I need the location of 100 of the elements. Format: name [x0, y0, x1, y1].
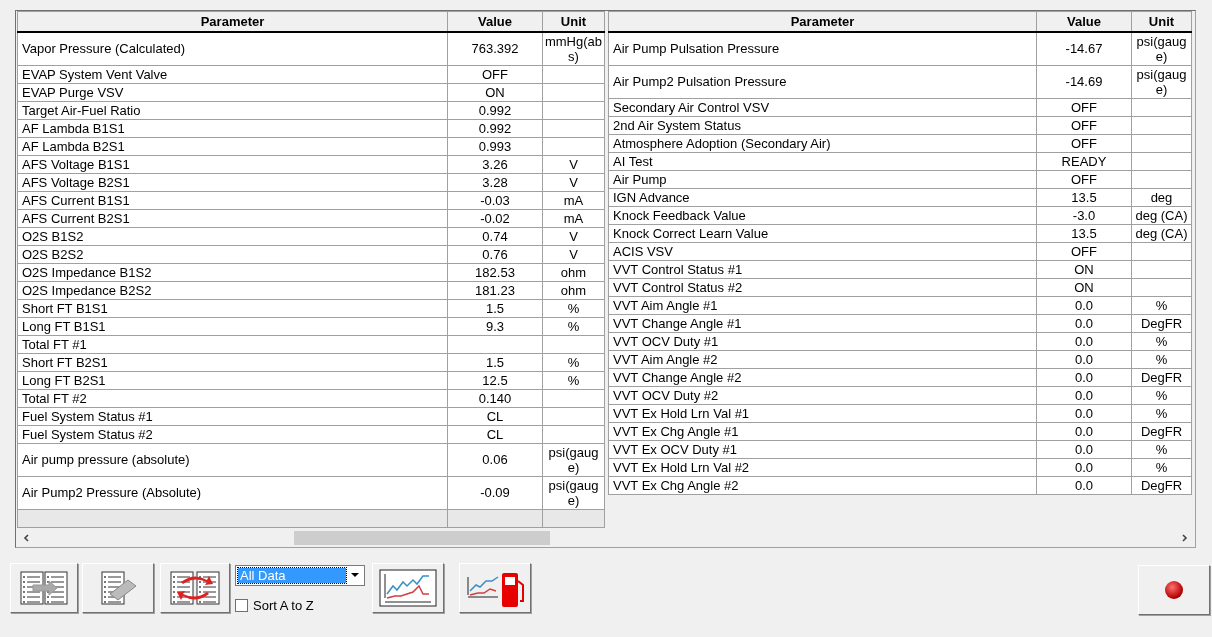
parameter-name: O2S Impedance B2S2 [22, 282, 152, 298]
parameter-value: ON [1074, 261, 1094, 277]
parameter-value: 3.28 [482, 174, 508, 190]
parameter-unit: % [567, 372, 580, 388]
graph-button[interactable] [372, 562, 444, 613]
parameter-unit: % [1155, 405, 1168, 421]
sort-checkbox[interactable] [235, 598, 248, 612]
parameter-value: 1.5 [485, 354, 505, 370]
scrollbar-thumb[interactable] [294, 530, 550, 545]
parameter-name: AF Lambda B2S1 [22, 138, 125, 154]
parameter-value: 1.5 [485, 300, 505, 316]
parameter-unit: % [1155, 459, 1168, 475]
parameter-name: Secondary Air Control VSV [613, 99, 770, 115]
parameter-name: VVT Ex Chg Angle #2 [613, 477, 739, 493]
parameter-value: 0.0 [1074, 441, 1094, 457]
parameter-value: 12.5 [482, 372, 508, 388]
parameter-value: -0.03 [480, 192, 510, 208]
parameter-name: O2S B1S2 [22, 228, 84, 244]
parameter-name: AI Test [613, 153, 653, 169]
record-button[interactable] [1138, 564, 1210, 615]
parameter-name: VVT Ex Hold Lrn Val #1 [613, 405, 750, 421]
parameter-unit: DegFR [1140, 477, 1183, 493]
parameter-name: VVT Ex Hold Lrn Val #2 [613, 459, 750, 475]
parameter-value: 0.0 [1074, 333, 1094, 349]
parameter-value: -14.69 [1065, 74, 1103, 89]
clear-list-button[interactable] [82, 562, 154, 613]
parameter-value: ON [485, 84, 505, 100]
parameter-name: EVAP System Vent Valve [22, 66, 168, 82]
parameter-value: 3.26 [482, 156, 508, 172]
parameter-name: VVT Ex OCV Duty #1 [613, 441, 738, 457]
parameter-value: 0.0 [1074, 405, 1094, 421]
parameter-value: OFF [1071, 135, 1097, 151]
parameter-value: -0.02 [480, 210, 510, 226]
parameter-name: VVT Ex Chg Angle #1 [613, 423, 739, 439]
parameter-value: 181.23 [475, 282, 515, 298]
parameter-name: Fuel System Status #2 [22, 426, 153, 442]
parameter-name: Long FT B2S1 [22, 372, 106, 388]
parameter-value: 0.06 [482, 452, 508, 467]
parameter-unit: V [569, 174, 578, 190]
parameter-unit: mA [563, 210, 584, 226]
parameter-unit: % [1155, 351, 1168, 367]
parameter-name: VVT Change Angle #1 [613, 315, 742, 331]
scroll-left-icon [22, 532, 32, 543]
parameter-value: CL [486, 426, 504, 442]
parameter-name: Fuel System Status #1 [22, 408, 153, 424]
parameter-name: AF Lambda B1S1 [22, 120, 125, 136]
column-header[interactable]: Value [447, 11, 543, 32]
parameter-unit: % [1155, 387, 1168, 403]
move-list-button[interactable] [10, 562, 78, 613]
parameter-value: 13.5 [1071, 189, 1097, 205]
parameter-name: Short FT B2S1 [22, 354, 108, 370]
swap-lists-button[interactable] [160, 562, 230, 613]
parameter-value: 0.140 [478, 390, 512, 406]
parameter-name: EVAP Purge VSV [22, 84, 124, 100]
parameter-unit: V [569, 246, 578, 262]
parameter-unit: DegFR [1140, 315, 1183, 331]
parameter-name: Target Air-Fuel Ratio [22, 102, 141, 118]
parameter-value: CL [486, 408, 504, 424]
parameter-value: 0.0 [1074, 387, 1094, 403]
parameter-value: READY [1061, 153, 1107, 169]
parameter-name: AFS Voltage B1S1 [22, 156, 130, 172]
parameter-unit: ohm [560, 282, 587, 298]
column-header[interactable]: Unit [1131, 11, 1192, 32]
parameter-value: 0.76 [482, 246, 508, 262]
column-header[interactable]: Unit [542, 11, 605, 32]
parameter-name: Air Pump Pulsation Pressure [613, 41, 780, 56]
parameter-value: 0.0 [1074, 459, 1094, 475]
column-header[interactable]: Value [1036, 11, 1132, 32]
parameter-name: VVT OCV Duty #1 [613, 333, 719, 349]
parameter-name: VVT Control Status #2 [613, 279, 743, 295]
parameter-name: Short FT B1S1 [22, 300, 108, 316]
parameter-unit: psi(gauge) [1136, 66, 1187, 97]
parameter-unit: psi(gauge) [548, 477, 599, 508]
parameter-value: 9.3 [485, 318, 505, 334]
parameter-unit: deg (CA) [1135, 225, 1188, 241]
parameter-value: 0.0 [1074, 351, 1094, 367]
column-header[interactable]: Parameter [608, 11, 1037, 32]
parameter-name: O2S Impedance B1S2 [22, 264, 152, 280]
parameter-unit: V [569, 228, 578, 244]
parameter-name: ACIS VSV [613, 243, 673, 259]
fuel-graph-button[interactable] [459, 562, 531, 613]
column-header[interactable]: Parameter [17, 11, 448, 32]
parameter-unit: % [567, 300, 580, 316]
record-icon [1164, 579, 1184, 600]
parameter-unit: % [567, 318, 580, 334]
parameter-unit: deg [1150, 189, 1173, 205]
parameter-value: 763.392 [471, 41, 519, 56]
parameter-value: OFF [482, 66, 508, 82]
parameter-name: AFS Current B1S1 [22, 192, 130, 208]
parameter-name: AFS Current B2S1 [22, 210, 130, 226]
parameter-unit: psi(gauge) [548, 444, 599, 475]
parameter-value: OFF [1071, 171, 1097, 187]
parameter-name: VVT Change Angle #2 [613, 369, 742, 385]
parameter-value: ON [1074, 279, 1094, 295]
parameter-unit: mmHg(abs) [544, 33, 603, 64]
parameter-name: VVT Control Status #1 [613, 261, 743, 277]
parameter-value: -14.67 [1065, 41, 1103, 56]
parameter-name: Air Pump2 Pulsation Pressure [613, 74, 787, 89]
parameter-unit: % [567, 354, 580, 370]
selected-option: All Data [238, 567, 346, 583]
